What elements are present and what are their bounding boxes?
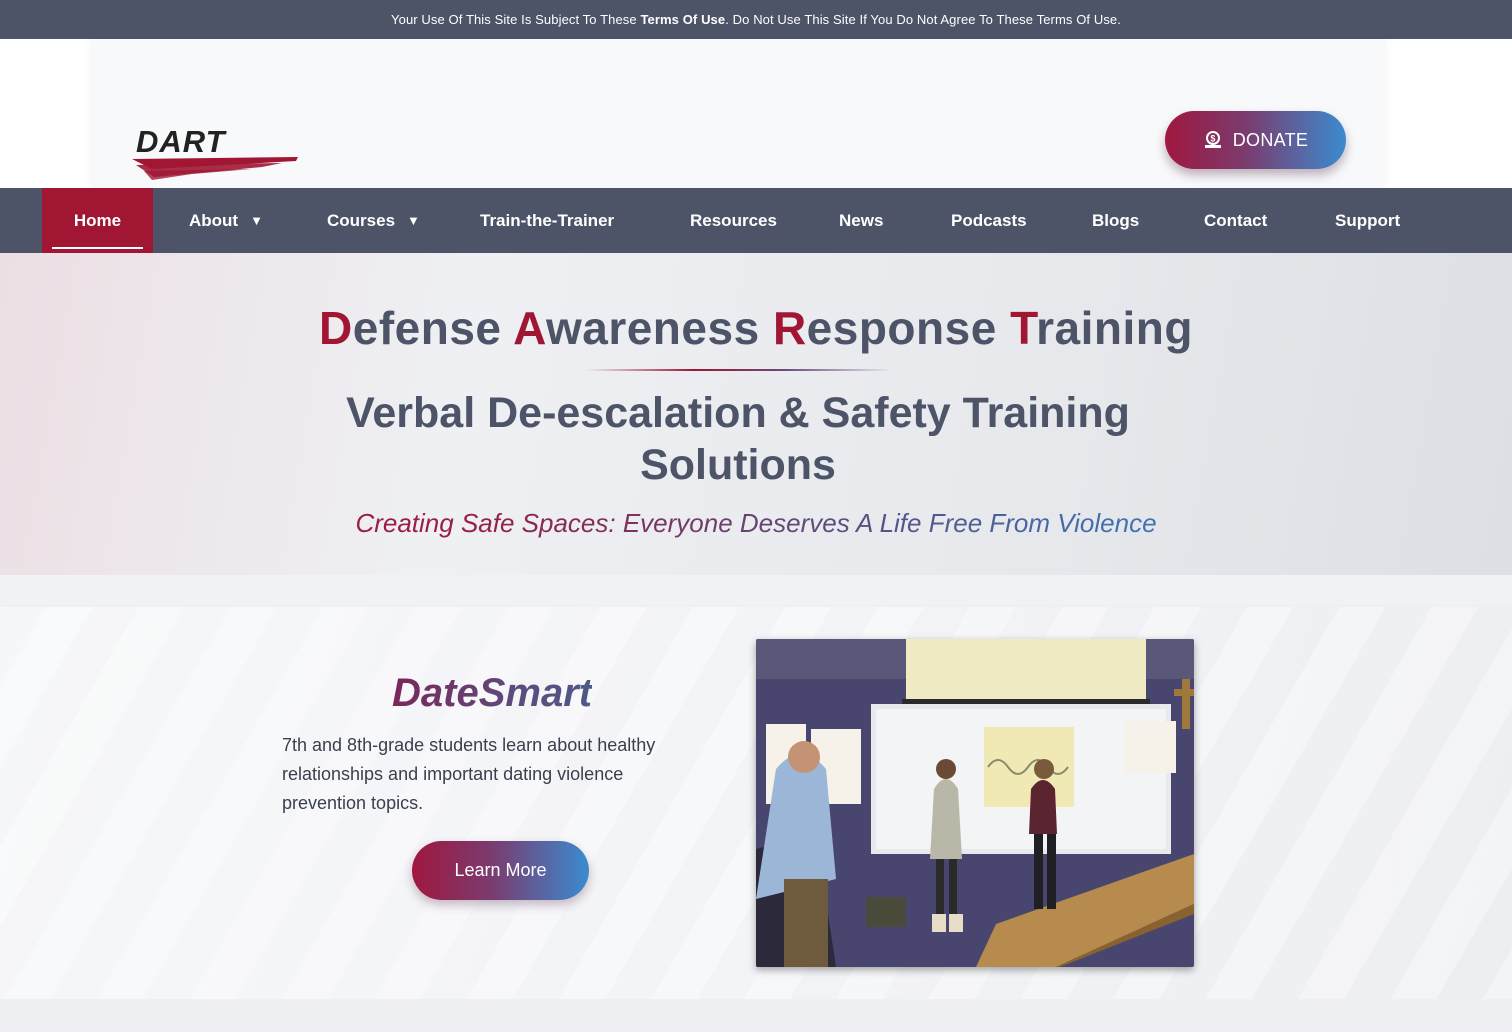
terms-banner: Your Use Of This Site Is Subject To Thes… — [0, 0, 1512, 39]
terms-link[interactable]: Terms Of Use — [640, 12, 725, 27]
terms-prefix: Your Use Of This Site Is Subject To Thes… — [391, 12, 637, 27]
title-word-awareness: wareness — [545, 302, 773, 354]
nav-train-the-trainer[interactable]: Train-the-Trainer — [480, 188, 614, 253]
nav-podcasts-label: Podcasts — [951, 210, 1027, 230]
nav-courses[interactable]: Courses ▼ — [327, 188, 420, 253]
learn-more-button[interactable]: Learn More — [412, 841, 589, 900]
dart-logo[interactable]: DART — [132, 127, 304, 183]
nav-about[interactable]: About ▼ — [189, 188, 263, 253]
title-word-defense: efense — [352, 302, 514, 354]
nav-resources-label: Resources — [690, 210, 777, 230]
nav-news[interactable]: News — [839, 188, 883, 253]
nav-support[interactable]: Support — [1335, 188, 1400, 253]
nav-home-label: Home — [73, 210, 122, 230]
next-section-edge — [0, 999, 1512, 1032]
nav-about-label: About — [189, 210, 239, 230]
classroom-photo — [756, 639, 1194, 967]
section-gap — [0, 575, 1512, 607]
nav-contact[interactable]: Contact — [1204, 188, 1267, 253]
terms-suffix: . Do Not Use This Site If You Do Not Agr… — [725, 12, 1121, 27]
datesmart-description: 7th and 8th-grade students learn about h… — [282, 735, 656, 813]
title-word-response: esponse — [806, 302, 1011, 354]
title-cap-a: A — [513, 302, 546, 354]
title-cap-d: D — [319, 302, 353, 354]
hero-subtitle: Verbal De-escalation & Safety Training S… — [346, 389, 1130, 489]
site-header: DART $ DONATE — [0, 39, 1512, 188]
nav-courses-label: Courses — [327, 210, 396, 230]
hero-tagline: Creating Safe Spaces: Everyone Deserves … — [0, 508, 1512, 539]
datesmart-title: DateSmart — [392, 671, 593, 715]
title-cap-t: T — [1010, 302, 1037, 354]
nav-train-label: Train-the-Trainer — [480, 210, 615, 230]
nav-blogs-label: Blogs — [1092, 210, 1140, 230]
nav-blogs[interactable]: Blogs — [1092, 188, 1139, 253]
donate-button[interactable]: $ DONATE — [1165, 111, 1346, 169]
hand-dollar-icon: $ — [1204, 131, 1221, 148]
nav-podcasts[interactable]: Podcasts — [951, 188, 1027, 253]
logo-text: DART — [136, 127, 228, 159]
learn-more-label: Learn More — [454, 860, 547, 880]
nav-home[interactable]: Home — [42, 188, 153, 253]
nav-resources[interactable]: Resources — [690, 188, 777, 253]
title-word-training: raining — [1036, 302, 1193, 354]
nav-contact-label: Contact — [1204, 210, 1268, 230]
donate-label: DONATE — [1232, 129, 1309, 150]
title-cap-r: R — [772, 302, 807, 354]
svg-text:$: $ — [1210, 134, 1215, 144]
nav-news-label: News — [839, 210, 884, 230]
datesmart-section: DateSmart 7th and 8th-grade students lea… — [0, 607, 1512, 999]
hero-title: Defense Awareness Response Training — [0, 301, 1512, 355]
nav-support-label: Support — [1335, 210, 1401, 230]
chevron-down-icon: ▼ — [407, 213, 420, 228]
main-nav: Home About ▼ Courses ▼ Train-the-Trainer… — [0, 188, 1512, 253]
hero-divider — [586, 369, 892, 371]
chevron-down-icon: ▼ — [250, 213, 263, 228]
hero-section: Defense Awareness Response Training Verb… — [0, 253, 1512, 575]
